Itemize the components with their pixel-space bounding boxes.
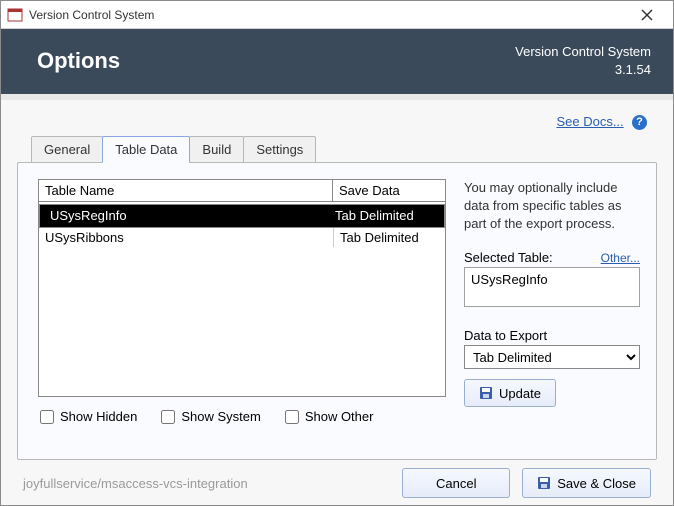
save-close-button-label: Save & Close <box>557 476 636 491</box>
update-button[interactable]: Update <box>464 379 556 407</box>
cell-save-data: Tab Delimited <box>333 228 445 247</box>
show-other-label: Show Other <box>305 409 374 424</box>
show-other-checkbox[interactable] <box>285 410 299 424</box>
cell-save-data: Tab Delimited <box>328 206 440 226</box>
cancel-button-label: Cancel <box>436 476 476 491</box>
cancel-button[interactable]: Cancel <box>402 468 510 498</box>
col-header-save-data[interactable]: Save Data <box>333 180 445 201</box>
other-link[interactable]: Other... <box>601 251 640 265</box>
cell-table-name: USysRegInfo <box>44 206 328 226</box>
save-icon <box>537 476 551 490</box>
update-button-label: Update <box>499 386 541 401</box>
close-button[interactable] <box>627 4 667 26</box>
selected-table-field[interactable]: USysRegInfo <box>464 267 640 307</box>
repo-path: joyfullservice/msaccess-vcs-integration <box>23 476 390 491</box>
cell-table-name: USysRibbons <box>39 228 333 247</box>
product-version: 3.1.54 <box>515 61 651 79</box>
header: Options Version Control System 3.1.54 <box>1 29 673 94</box>
show-hidden-label: Show Hidden <box>60 409 137 424</box>
show-other-check[interactable]: Show Other <box>285 409 374 424</box>
window-title: Version Control System <box>29 8 627 22</box>
footer: joyfullservice/msaccess-vcs-integration … <box>1 461 673 505</box>
show-hidden-checkbox[interactable] <box>40 410 54 424</box>
app-icon <box>7 7 23 23</box>
data-to-export-select[interactable]: Tab Delimited <box>464 345 640 369</box>
table-row[interactable]: USysRibbons Tab Delimited <box>39 228 445 247</box>
page-title: Options <box>37 48 515 74</box>
product-name: Version Control System <box>515 43 651 61</box>
data-to-export-label: Data to Export <box>464 328 640 343</box>
tables-grid[interactable]: Table Name Save Data USysRegInfo Tab Del… <box>38 179 446 397</box>
tab-settings[interactable]: Settings <box>243 136 316 163</box>
table-row[interactable]: USysRegInfo Tab Delimited <box>39 204 445 228</box>
tab-table-data[interactable]: Table Data <box>102 136 190 163</box>
tab-panel: Table Name Save Data USysRegInfo Tab Del… <box>17 162 657 460</box>
show-system-check[interactable]: Show System <box>161 409 260 424</box>
show-system-label: Show System <box>181 409 260 424</box>
info-text: You may optionally include data from spe… <box>464 179 640 232</box>
save-close-button[interactable]: Save & Close <box>522 468 651 498</box>
selected-table-label: Selected Table: <box>464 250 601 265</box>
see-docs-link[interactable]: See Docs... <box>556 114 623 129</box>
close-icon <box>641 9 653 21</box>
save-icon <box>479 386 493 400</box>
tab-build[interactable]: Build <box>189 136 244 163</box>
show-system-checkbox[interactable] <box>161 410 175 424</box>
tab-general[interactable]: General <box>31 136 103 163</box>
titlebar: Version Control System <box>1 1 673 29</box>
col-header-table-name[interactable]: Table Name <box>39 180 333 201</box>
show-hidden-check[interactable]: Show Hidden <box>40 409 137 424</box>
tab-strip: General Table Data Build Settings <box>31 136 657 163</box>
help-icon[interactable]: ? <box>632 115 647 130</box>
